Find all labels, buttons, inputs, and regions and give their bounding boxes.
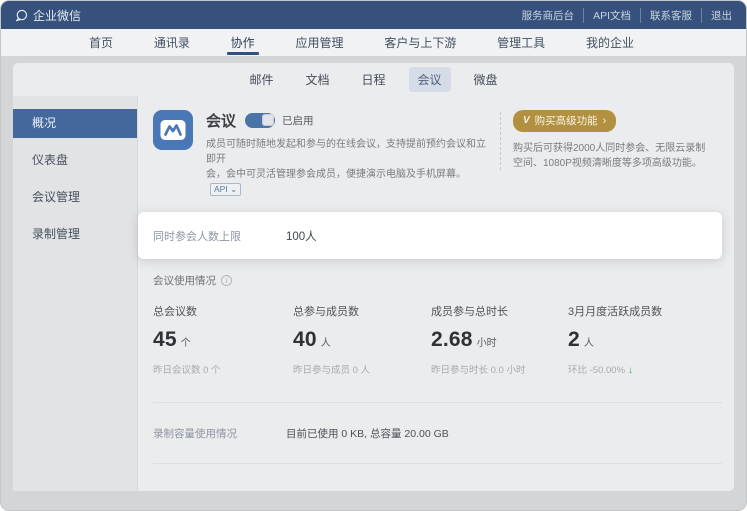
wechat-work-bubble-icon [15, 9, 28, 22]
buy-premium-button[interactable]: V 购买高级功能 › [513, 110, 616, 132]
participant-limit-row: 同时参会人数上限 100人 [138, 212, 722, 259]
nav-item-collaboration[interactable]: 协作 [231, 29, 255, 56]
stat-value: 40 [293, 328, 317, 352]
nav-item-home[interactable]: 首页 [89, 29, 113, 56]
usage-section: 会议使用情况 i 总会议数 45 个 昨日会议数 0 个 [138, 273, 734, 376]
brand-logo[interactable]: 企业微信 [15, 7, 81, 24]
sidebar: 概况 仪表盘 会议管理 录制管理 [13, 96, 138, 491]
tab-drive[interactable]: 微盘 [465, 67, 507, 92]
premium-description-line2: 空间、1080P视频清晰度等多项高级功能。 [513, 158, 702, 169]
stat-unit: 个 [181, 334, 191, 349]
trend-down-icon: ↓ [628, 365, 633, 376]
usage-title: 会议使用情况 [153, 273, 216, 288]
card-body: 概况 仪表盘 会议管理 录制管理 会 [13, 96, 734, 491]
premium-description: 购买后可获得2000人同时参会、无限云录制 空间、1080P视频清晰度等多项高级… [513, 141, 720, 171]
browser-window: 企业微信 服务商后台 API文档 联系客服 退出 首页 通讯录 协作 应用管理 … [0, 0, 747, 511]
nav-item-customers[interactable]: 客户与上下游 [384, 29, 456, 56]
stat-value: 45 [153, 328, 177, 352]
app-description: 成员可随时随地发起和参与的在线会议，支持提前预约会议和立即开 会，会中可灵活管理… [206, 137, 488, 197]
primary-nav: 首页 通讯录 协作 应用管理 客户与上下游 管理工具 我的企业 [1, 29, 746, 56]
participant-limit-value: 100人 [286, 228, 317, 244]
usage-title-row: 会议使用情况 i [153, 273, 719, 288]
link-contact-support[interactable]: 联系客服 [640, 8, 701, 23]
recording-capacity-label: 录制容量使用情况 [153, 426, 286, 441]
stat-subtext: 昨日会议数 0 个 [153, 362, 293, 376]
nav-item-admin-tools[interactable]: 管理工具 [497, 29, 545, 56]
api-dropdown-tag[interactable]: API ⌄ [210, 183, 241, 196]
nav-item-contacts[interactable]: 通讯录 [154, 29, 190, 56]
participant-limit-label: 同时参会人数上限 [153, 228, 286, 244]
app-header: 会议 已启用 成员可随时随地发起和参与的在线会议，支持提前预约会议和立即开 会，… [138, 110, 734, 197]
sidebar-item-overview[interactable]: 概况 [13, 109, 137, 138]
stat-unit: 人 [321, 334, 331, 349]
toggle-knob [262, 114, 274, 126]
stat-monthly-active: 3月月度活跃成员数 2 人 环比 -50.00%↓ [568, 303, 719, 376]
app-header-text: 会议 已启用 成员可随时随地发起和参与的在线会议，支持提前预约会议和立即开 会，… [206, 110, 488, 197]
stat-value: 2 [568, 328, 580, 352]
topbar: 企业微信 服务商后台 API文档 联系客服 退出 [1, 1, 746, 29]
stats-row: 总会议数 45 个 昨日会议数 0 个 总参与成员数 40 人 [153, 303, 719, 376]
enable-toggle[interactable] [245, 113, 275, 128]
tab-calendar[interactable]: 日程 [352, 67, 394, 92]
stat-total-meetings: 总会议数 45 个 昨日会议数 0 个 [153, 303, 293, 376]
tab-docs[interactable]: 文档 [296, 67, 338, 92]
recording-capacity-value: 目前已使用 0 KB, 总容量 20.00 GB [286, 426, 449, 441]
secondary-tabs: 邮件 文档 日程 会议 微盘 [13, 63, 734, 96]
brand-name: 企业微信 [33, 7, 81, 24]
sidebar-item-recording-management[interactable]: 录制管理 [13, 220, 137, 249]
stat-unit: 小时 [477, 334, 497, 349]
stat-subtext: 昨日参与时长 0.0 小时 [431, 362, 568, 376]
nav-item-apps[interactable]: 应用管理 [295, 29, 343, 56]
link-api-docs[interactable]: API文档 [583, 8, 640, 23]
stat-subtext: 昨日参与成员 0 人 [293, 362, 431, 376]
stat-total-duration: 成员参与总时长 2.68 小时 昨日参与时长 0.0 小时 [431, 303, 568, 376]
tab-mail[interactable]: 邮件 [240, 67, 282, 92]
stat-value: 2.68 [431, 328, 473, 352]
dashed-divider [500, 112, 501, 170]
caret-down-icon: ⌄ [230, 184, 237, 194]
stat-subtext: 环比 -50.00%↓ [568, 362, 719, 376]
buy-premium-label: 购买高级功能 [535, 113, 598, 128]
content-card: 邮件 文档 日程 会议 微盘 概况 仪表盘 会议管理 录制管理 [13, 63, 734, 491]
recording-capacity-row: 录制容量使用情况 目前已使用 0 KB, 总容量 20.00 GB [153, 402, 722, 464]
main-panel: 会议 已启用 成员可随时随地发起和参与的在线会议，支持提前预约会议和立即开 会，… [138, 96, 734, 491]
link-logout[interactable]: 退出 [701, 8, 732, 23]
page-title: 会议 [206, 110, 236, 131]
sidebar-item-meeting-management[interactable]: 会议管理 [13, 183, 137, 212]
premium-v-icon: V [523, 115, 530, 126]
arrow-right-icon: › [603, 116, 607, 126]
premium-section: V 购买高级功能 › 购买后可获得2000人同时参会、无限云录制 空间、1080… [513, 110, 726, 197]
meeting-app-icon [153, 110, 193, 150]
stat-unit: 人 [584, 334, 594, 349]
topbar-links: 服务商后台 API文档 联系客服 退出 [513, 8, 732, 23]
premium-description-line1: 购买后可获得2000人同时参会、无限云录制 [513, 143, 705, 154]
sidebar-item-dashboard[interactable]: 仪表盘 [13, 146, 137, 175]
app-description-line2: 会，会中可灵活管理参会成员，便捷演示电脑及手机屏幕。 [206, 169, 466, 180]
app-description-line1: 成员可随时随地发起和参与的在线会议，支持提前预约会议和立即开 [206, 139, 486, 165]
nav-item-my-company[interactable]: 我的企业 [586, 29, 634, 56]
stat-total-participants: 总参与成员数 40 人 昨日参与成员 0 人 [293, 303, 431, 376]
tab-meeting[interactable]: 会议 [409, 67, 451, 92]
info-icon[interactable]: i [221, 275, 232, 286]
link-provider-console[interactable]: 服务商后台 [513, 8, 584, 23]
status-enabled-label: 已启用 [282, 113, 314, 128]
